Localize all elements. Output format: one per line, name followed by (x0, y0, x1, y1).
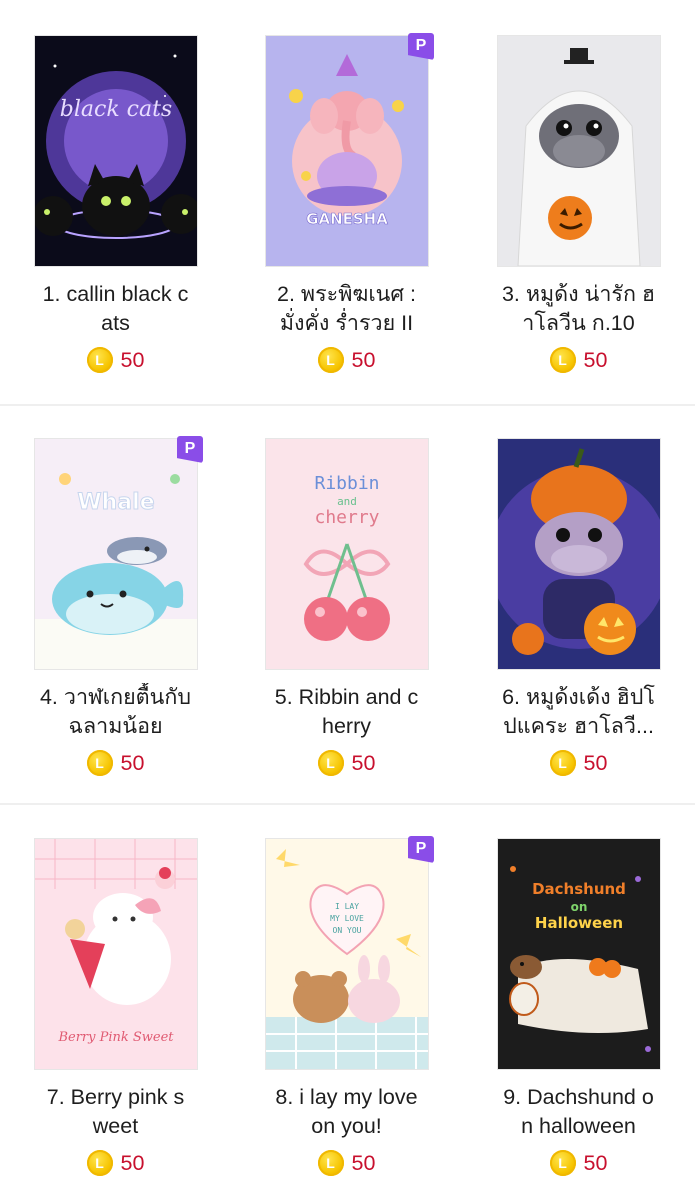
theme-thumbnail[interactable]: black cats (35, 36, 197, 266)
theme-card[interactable]: Ribbin and cherry 5. Ribbin and c herry L… (231, 403, 462, 803)
svg-text:ON YOU: ON YOU (333, 926, 362, 935)
line-coin-icon: L (86, 750, 113, 776)
svg-text:Dachshund: Dachshund (532, 880, 626, 898)
theme-card[interactable]: Berry Pink Sweet 7. Berry pink s weet L 50 (0, 803, 231, 1200)
line-coin-icon: L (86, 347, 113, 373)
theme-card[interactable]: 3. หมูด้ง น่ารัก ฮ าโลวีน ก.10 L 50 (463, 0, 694, 400)
theme-card[interactable]: black cats 1. callin black c ats L 50 (0, 0, 231, 400)
theme-thumbnail[interactable]: I LAY MY LOVE ON YOU (266, 839, 428, 1069)
price-tag: L 50 (231, 1148, 462, 1178)
svg-text:black cats: black cats (60, 97, 172, 122)
theme-title[interactable]: 1. callin black c ats (6, 280, 225, 340)
price-tag: L 50 (463, 1148, 694, 1178)
price-amount: 50 (583, 1150, 608, 1175)
line-coin-icon: L (549, 347, 576, 373)
theme-thumbnail[interactable]: Whale (35, 439, 197, 669)
theme-card[interactable]: Whale P 4. วาฬเกยตื้นกับ ฉลามน้อย L 50 (0, 403, 231, 803)
price-tag: L 50 (463, 345, 694, 375)
theme-title[interactable]: 4. วาฬเกยตื้นกับ ฉลามน้อย (6, 683, 225, 743)
theme-thumbnail[interactable]: GANESHA (266, 36, 428, 266)
svg-text:Ribbin: Ribbin (314, 473, 379, 494)
price-amount: 50 (120, 750, 145, 775)
theme-card[interactable]: 6. หมูด้งเด้ง ฮิปโ ปแคระ ฮาโลวี... L 50 (463, 403, 694, 803)
price-tag: L 50 (231, 345, 462, 375)
line-coin-icon: L (86, 1150, 113, 1176)
price-tag: L 50 (231, 748, 462, 778)
svg-text:MY LOVE: MY LOVE (330, 914, 364, 923)
theme-title[interactable]: 3. หมูด้ง น่ารัก ฮ าโลวีน ก.10 (469, 280, 688, 340)
grid-row: Berry Pink Sweet 7. Berry pink s weet L 50 … (0, 803, 695, 1200)
theme-grid: black cats 1. callin black c ats L 50 GANE… (0, 0, 695, 1200)
line-coin-icon: L (317, 750, 344, 776)
price-amount: 50 (351, 347, 376, 372)
line-coin-icon: L (549, 750, 576, 776)
price-tag: L 50 (463, 748, 694, 778)
theme-card[interactable]: GANESHA P 2. พระพิฆเนศ : มั่งคั่ง ร่ำรวย I… (231, 0, 462, 400)
svg-text:Whale: Whale (77, 490, 154, 515)
svg-text:cherry: cherry (314, 507, 379, 528)
svg-text:GANESHA: GANESHA (306, 210, 388, 228)
grid-row: Whale P 4. วาฬเกยตื้นกับ ฉลามน้อย L 50 Ribb… (0, 403, 695, 803)
theme-title[interactable]: 9. Dachshund o n halloween (469, 1083, 688, 1143)
svg-text:Halloween: Halloween (535, 914, 623, 932)
grid-row: black cats 1. callin black c ats L 50 GANE… (0, 0, 695, 400)
line-coin-icon: L (549, 1150, 576, 1176)
price-tag: L 50 (0, 345, 231, 375)
price-amount: 50 (583, 347, 608, 372)
theme-title[interactable]: 7. Berry pink s weet (6, 1083, 225, 1143)
price-amount: 50 (583, 750, 608, 775)
theme-card[interactable]: I LAY MY LOVE ON YOU P 8. i lay my love o… (231, 803, 462, 1200)
line-coin-icon: L (317, 1150, 344, 1176)
price-tag: L 50 (0, 1148, 231, 1178)
theme-thumbnail[interactable] (498, 439, 660, 669)
price-amount: 50 (351, 750, 376, 775)
line-coin-icon: L (317, 347, 344, 373)
theme-title[interactable]: 2. พระพิฆเนศ : มั่งคั่ง ร่ำรวย II (237, 280, 456, 340)
theme-title[interactable]: 8. i lay my love on you! (237, 1083, 456, 1143)
theme-thumbnail[interactable] (498, 36, 660, 266)
theme-thumbnail[interactable]: Ribbin and cherry (266, 439, 428, 669)
theme-title[interactable]: 5. Ribbin and c herry (237, 683, 456, 743)
price-amount: 50 (351, 1150, 376, 1175)
price-amount: 50 (120, 347, 145, 372)
price-tag: L 50 (0, 748, 231, 778)
svg-text:on: on (571, 900, 588, 914)
theme-title[interactable]: 6. หมูด้งเด้ง ฮิปโ ปแคระ ฮาโลวี... (469, 683, 688, 743)
price-amount: 50 (120, 1150, 145, 1175)
svg-text:I LAY: I LAY (335, 902, 359, 911)
theme-thumbnail[interactable]: Dachshund on Halloween (498, 839, 660, 1069)
svg-text:Berry Pink Sweet: Berry Pink Sweet (57, 1030, 174, 1045)
theme-card[interactable]: Dachshund on Halloween 9. Dachshund o n … (463, 803, 694, 1200)
theme-thumbnail[interactable]: Berry Pink Sweet (35, 839, 197, 1069)
